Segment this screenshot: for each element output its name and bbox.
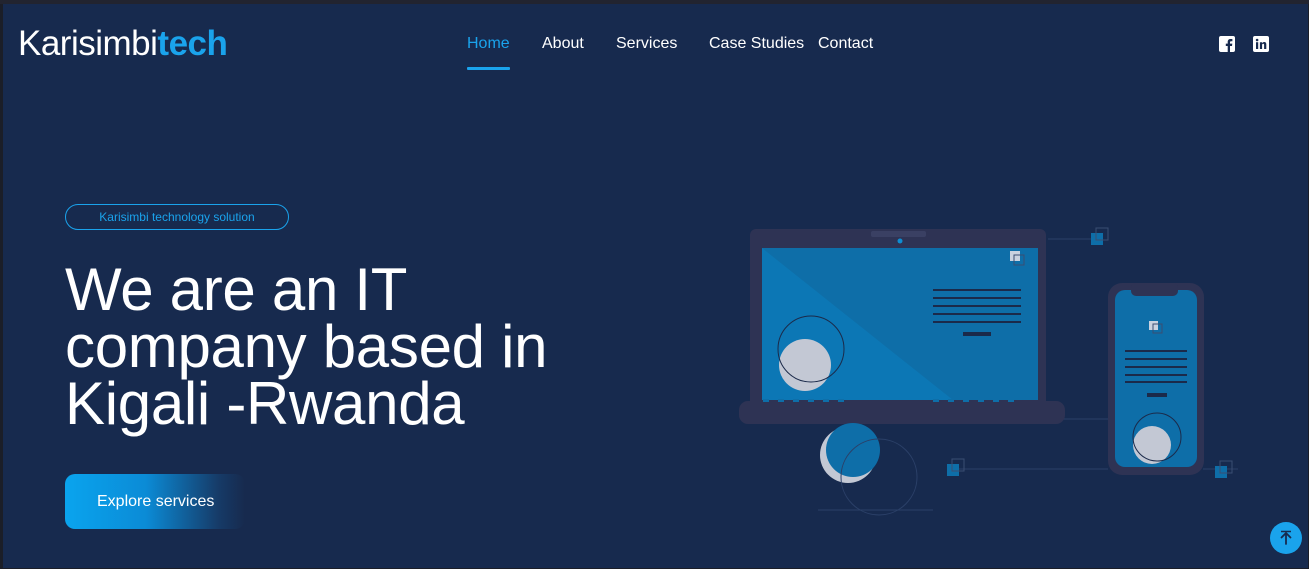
nav-item-label: Home	[467, 35, 510, 52]
phone-illustration	[1108, 283, 1204, 475]
laptop-illustration	[739, 229, 1065, 424]
nav-item-about[interactable]: About	[542, 34, 584, 54]
active-nav-underline	[467, 67, 510, 70]
nav-item-case-studies[interactable]: Case Studies	[709, 34, 804, 54]
nav-item-services[interactable]: Services	[616, 34, 677, 54]
facebook-icon[interactable]	[1219, 36, 1235, 52]
logo-text-part1: Karisimbi	[18, 24, 158, 63]
site-logo[interactable]: Karisimbitech	[18, 24, 228, 64]
scroll-to-top-button[interactable]	[1270, 522, 1302, 554]
nav-item-contact[interactable]: Contact	[818, 34, 873, 54]
linkedin-icon[interactable]	[1253, 36, 1269, 52]
tagline-badge: Karisimbi technology solution	[65, 204, 289, 230]
devices-illustration	[739, 227, 1238, 516]
nav-item-home[interactable]: Home	[467, 34, 510, 70]
hero-headline: We are an IT company based in Kigali -Rw…	[65, 256, 548, 437]
arrow-up-icon	[1280, 530, 1292, 545]
explore-services-button[interactable]: Explore services	[65, 474, 245, 529]
page: Karisimbitech Home About Services Case S…	[3, 4, 1308, 568]
logo-text-part2: tech	[157, 24, 228, 63]
